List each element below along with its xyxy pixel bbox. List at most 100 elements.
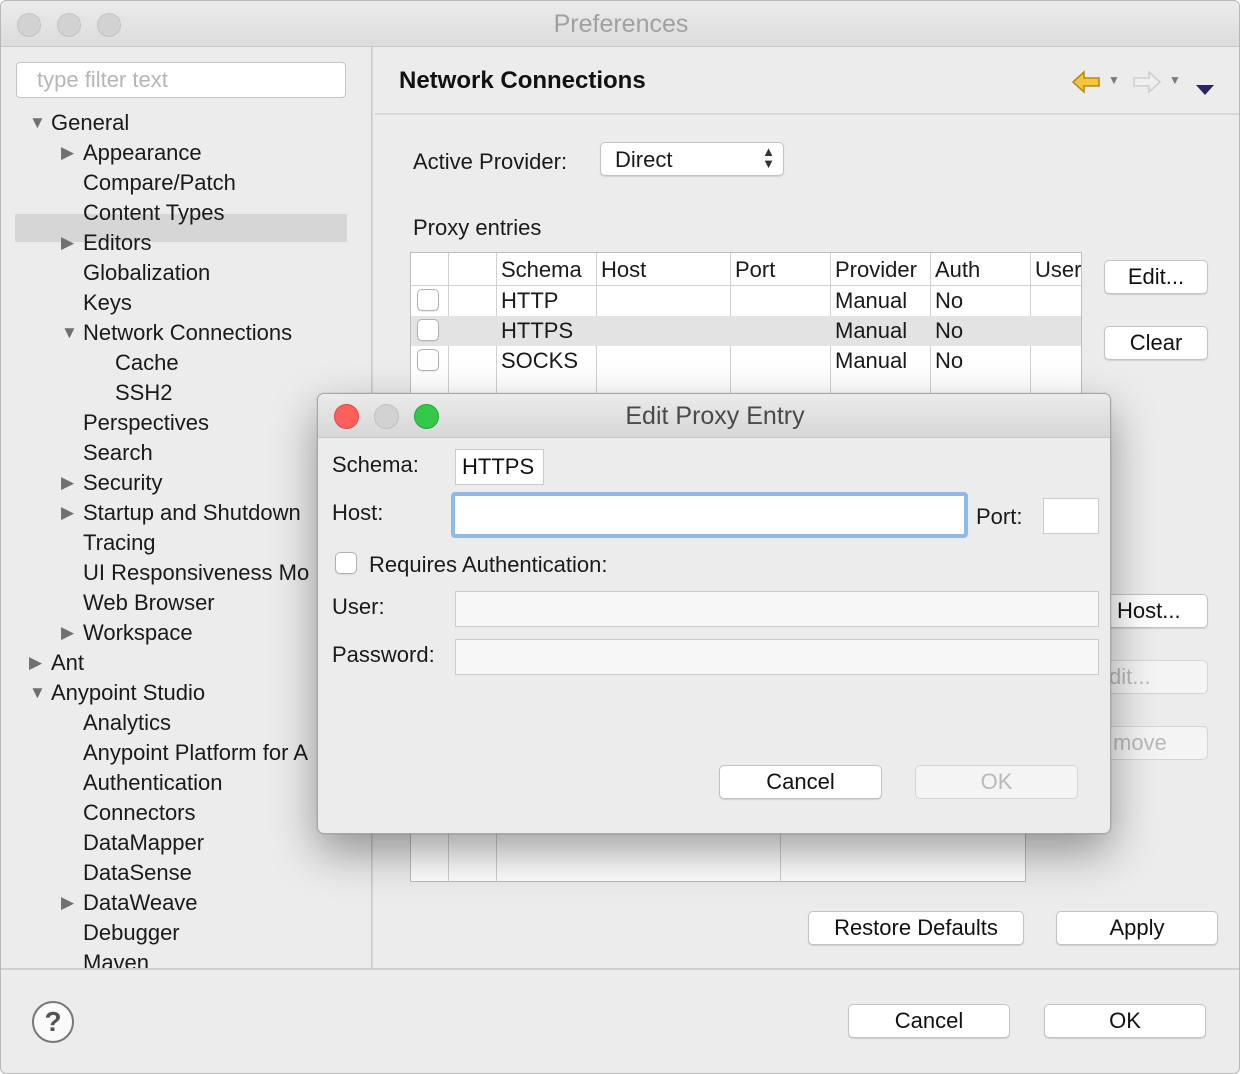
tree-item-label: Startup and Shutdown bbox=[83, 500, 301, 525]
tree-item-label: Content Types bbox=[83, 200, 225, 225]
tree-item-label: Anypoint Studio bbox=[51, 680, 206, 705]
proxy-entries-label: Proxy entries bbox=[413, 215, 542, 240]
tree-item-label: DataMapper bbox=[83, 830, 205, 855]
table-row[interactable]: HTTP Manual No bbox=[411, 286, 1081, 316]
collapsed-triangle-icon[interactable]: ▶ bbox=[61, 468, 79, 498]
cell-auth: No bbox=[935, 318, 964, 343]
bypass-add-host-button[interactable]: Host... bbox=[1104, 594, 1208, 628]
cancel-button[interactable]: Cancel bbox=[848, 1004, 1010, 1038]
row-checkbox[interactable] bbox=[417, 319, 439, 341]
dialog-title-bar: Edit Proxy Entry bbox=[318, 394, 1110, 438]
cell-provider: Manual bbox=[835, 348, 908, 373]
tree-item-label: Debugger bbox=[83, 920, 180, 945]
column-header-schema[interactable]: Schema bbox=[501, 255, 582, 285]
expanded-triangle-icon[interactable]: ▼ bbox=[29, 108, 47, 138]
cell-schema: HTTPS bbox=[501, 318, 574, 343]
collapsed-triangle-icon[interactable]: ▶ bbox=[61, 618, 79, 648]
active-provider-value: Direct bbox=[615, 147, 673, 172]
filter-input[interactable] bbox=[16, 62, 346, 98]
row-checkbox[interactable] bbox=[417, 289, 439, 311]
tree-item-label: Editors bbox=[83, 230, 152, 255]
ok-button[interactable]: OK bbox=[1044, 1004, 1206, 1038]
column-header-host[interactable]: Host bbox=[601, 255, 646, 285]
proxy-entries-table[interactable]: Schema Host Port Provider Auth User HTTP… bbox=[410, 252, 1082, 395]
back-history-caret-icon[interactable]: ▼ bbox=[1108, 73, 1120, 87]
column-header-user[interactable]: User bbox=[1035, 255, 1081, 285]
footer-separator bbox=[1, 968, 1239, 970]
tree-item-label: Connectors bbox=[83, 800, 196, 825]
host-input[interactable] bbox=[451, 492, 968, 538]
expanded-triangle-icon[interactable]: ▼ bbox=[61, 318, 79, 348]
port-input[interactable] bbox=[1043, 498, 1099, 534]
tree-item-label: Security bbox=[83, 470, 163, 495]
tree-item-label: DataWeave bbox=[83, 890, 198, 915]
collapsed-triangle-icon[interactable]: ▶ bbox=[29, 648, 47, 678]
tree-item-label: Analytics bbox=[83, 710, 172, 735]
tree-item-label: Keys bbox=[83, 290, 132, 315]
bypass-edit-button: dit... bbox=[1104, 660, 1208, 694]
user-input bbox=[455, 591, 1099, 627]
table-row[interactable]: SOCKS Manual No bbox=[411, 346, 1081, 376]
port-label: Port: bbox=[976, 504, 1023, 529]
cell-schema: SOCKS bbox=[501, 348, 579, 373]
collapsed-triangle-icon[interactable]: ▶ bbox=[61, 138, 79, 168]
tree-item-label: Compare/Patch bbox=[83, 170, 236, 195]
bypass-remove-button: move bbox=[1104, 726, 1208, 760]
tree-item-label: Anypoint Platform for A bbox=[83, 740, 308, 765]
schema-value: HTTPS bbox=[455, 449, 544, 485]
collapsed-triangle-icon[interactable]: ▶ bbox=[61, 228, 79, 258]
tree-item-label: Maven bbox=[83, 950, 150, 969]
expanded-triangle-icon[interactable]: ▼ bbox=[29, 678, 47, 708]
edit-proxy-entry-dialog: Edit Proxy Entry Schema: HTTPS Host: Por… bbox=[317, 393, 1111, 834]
forward-history-caret-icon: ▼ bbox=[1169, 73, 1181, 87]
row-checkbox[interactable] bbox=[417, 349, 439, 371]
tree-item-label: Search bbox=[83, 440, 153, 465]
restore-defaults-button[interactable]: Restore Defaults bbox=[808, 911, 1024, 945]
tree-item-label: Network Connections bbox=[83, 320, 293, 345]
apply-button[interactable]: Apply bbox=[1056, 911, 1218, 945]
edit-button[interactable]: Edit... bbox=[1104, 260, 1208, 294]
title-bar: Preferences bbox=[1, 1, 1239, 47]
forward-arrow-icon bbox=[1132, 69, 1162, 101]
cell-schema: HTTP bbox=[501, 288, 559, 313]
password-input bbox=[455, 639, 1099, 675]
collapsed-triangle-icon[interactable]: ▶ bbox=[61, 888, 79, 918]
cell-auth: No bbox=[935, 288, 964, 313]
back-arrow-icon[interactable] bbox=[1071, 69, 1101, 101]
tree-item-label: Globalization bbox=[83, 260, 211, 285]
requires-authentication-checkbox[interactable] bbox=[335, 552, 357, 574]
help-icon[interactable]: ? bbox=[32, 1001, 74, 1043]
collapsed-triangle-icon[interactable]: ▶ bbox=[61, 498, 79, 528]
dialog-cancel-button[interactable]: Cancel bbox=[719, 765, 882, 799]
tree-item-label: General bbox=[51, 110, 130, 135]
dialog-ok-button: OK bbox=[915, 765, 1078, 799]
tree-item-label: Appearance bbox=[83, 140, 202, 165]
user-label: User: bbox=[332, 594, 385, 619]
tree-item-label: Perspectives bbox=[83, 410, 209, 435]
clear-button[interactable]: Clear bbox=[1104, 326, 1208, 360]
cell-provider: Manual bbox=[835, 288, 908, 313]
tree-item-label: Workspace bbox=[83, 620, 193, 645]
proxy-bypass-table[interactable] bbox=[410, 830, 1026, 882]
column-header-auth[interactable]: Auth bbox=[935, 255, 980, 285]
column-header-port[interactable]: Port bbox=[735, 255, 775, 285]
tree-item-label: DataSense bbox=[83, 860, 192, 885]
host-label: Host: bbox=[332, 500, 384, 525]
cell-auth: No bbox=[935, 348, 964, 373]
dialog-title: Edit Proxy Entry bbox=[625, 402, 805, 430]
tree-item-label: SSH2 bbox=[115, 380, 173, 405]
active-provider-select[interactable]: Direct ▲ ▼ bbox=[600, 142, 784, 176]
requires-authentication-label: Requires Authentication: bbox=[369, 552, 608, 577]
page-header: Network Connections ▼ ▼ bbox=[375, 49, 1239, 115]
column-header-provider[interactable]: Provider bbox=[835, 255, 917, 285]
tree-item-label: UI Responsiveness Mo bbox=[83, 560, 310, 585]
tree-item-label: Cache bbox=[115, 350, 179, 375]
schema-label: Schema: bbox=[332, 452, 419, 477]
page-title: Network Connections bbox=[399, 67, 646, 94]
table-row[interactable]: HTTPS Manual No bbox=[411, 316, 1081, 346]
tree-item-label: Authentication bbox=[83, 770, 223, 795]
select-updown-icon: ▲ ▼ bbox=[762, 144, 775, 171]
view-menu-icon[interactable] bbox=[1195, 76, 1215, 102]
tree-item-label: Web Browser bbox=[83, 590, 215, 615]
tree-item-label: Ant bbox=[51, 650, 85, 675]
